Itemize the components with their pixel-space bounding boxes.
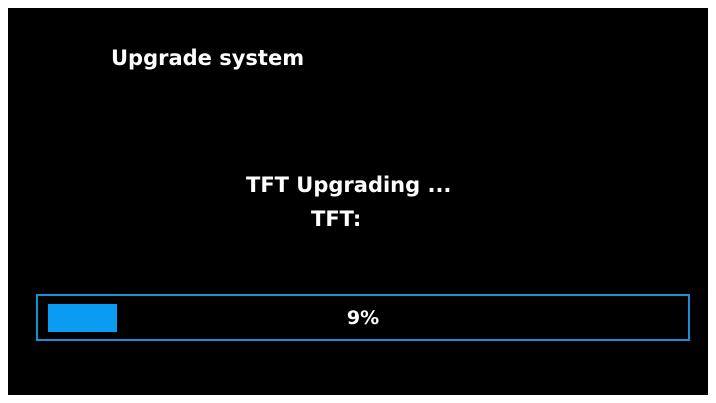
page-title: Upgrade system [111, 46, 305, 70]
progress-percent-label: 9% [346, 307, 380, 329]
upgrade-detail-label: TFT: [311, 207, 362, 231]
upgrade-status-text: TFT Upgrading ... [246, 173, 452, 197]
upgrade-screen: Upgrade system TFT Upgrading ... TFT: 9% [8, 8, 708, 395]
progress-bar: 9% [36, 294, 690, 341]
